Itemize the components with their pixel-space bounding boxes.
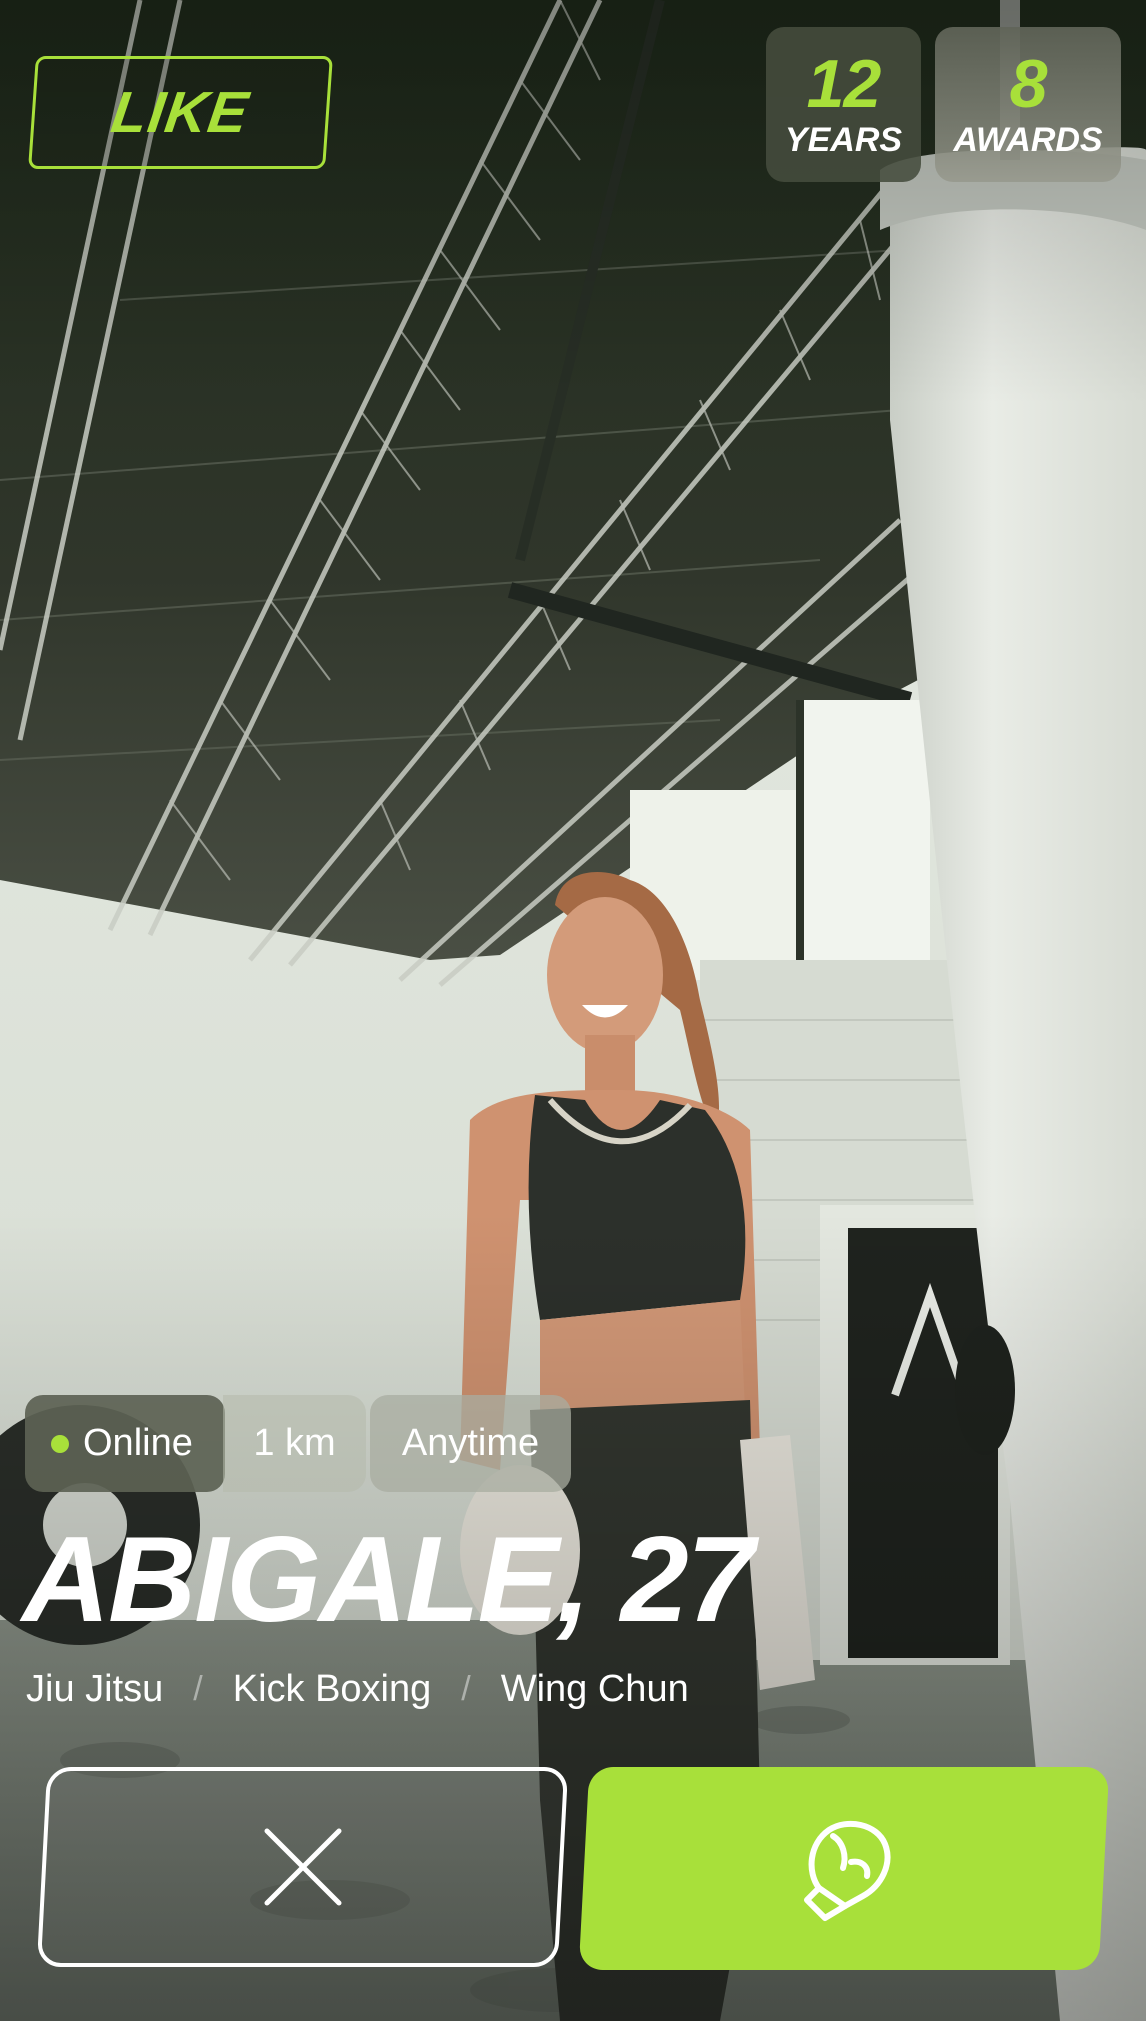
profile-card-screen: LIKE 12 YEARS 8 AWARDS Online 1 km Anyti… bbox=[0, 0, 1146, 2021]
distance-label: 1 km bbox=[253, 1422, 336, 1464]
stat-years-value: 12 bbox=[806, 45, 882, 122]
dismiss-button[interactable] bbox=[36, 1767, 569, 1967]
profile-name: ABIGALE, 27 bbox=[22, 1511, 754, 1647]
stat-years: 12 YEARS bbox=[766, 27, 921, 182]
like-badge: LIKE bbox=[28, 56, 333, 169]
discipline-item: Kick Boxing bbox=[232, 1668, 432, 1710]
profile-photo bbox=[0, 0, 1146, 2021]
discipline-separator: / bbox=[193, 1670, 203, 1708]
discipline-list: Jiu Jitsu / Kick Boxing / Wing Chun bbox=[26, 1668, 689, 1711]
availability-chip: Anytime bbox=[370, 1395, 571, 1492]
discipline-separator: / bbox=[461, 1670, 471, 1708]
distance-chip: 1 km bbox=[223, 1395, 366, 1492]
info-chips: Online 1 km Anytime bbox=[25, 1395, 571, 1492]
stat-awards-label: AWARDS bbox=[953, 120, 1103, 159]
discipline-item: Wing Chun bbox=[500, 1668, 689, 1710]
online-status-chip: Online bbox=[25, 1395, 225, 1492]
online-dot-icon bbox=[51, 1434, 69, 1453]
like-button[interactable] bbox=[578, 1767, 1110, 1970]
close-icon bbox=[264, 1828, 341, 1906]
boxing-glove-icon bbox=[804, 1820, 891, 1921]
availability-label: Anytime bbox=[401, 1422, 540, 1464]
like-badge-label: LIKE bbox=[107, 80, 254, 145]
stat-awards: 8 AWARDS bbox=[935, 27, 1121, 182]
stat-awards-value: 8 bbox=[1009, 45, 1048, 122]
online-status-label: Online bbox=[83, 1422, 193, 1464]
discipline-item: Jiu Jitsu bbox=[26, 1668, 164, 1710]
stat-years-label: YEARS bbox=[784, 120, 903, 159]
